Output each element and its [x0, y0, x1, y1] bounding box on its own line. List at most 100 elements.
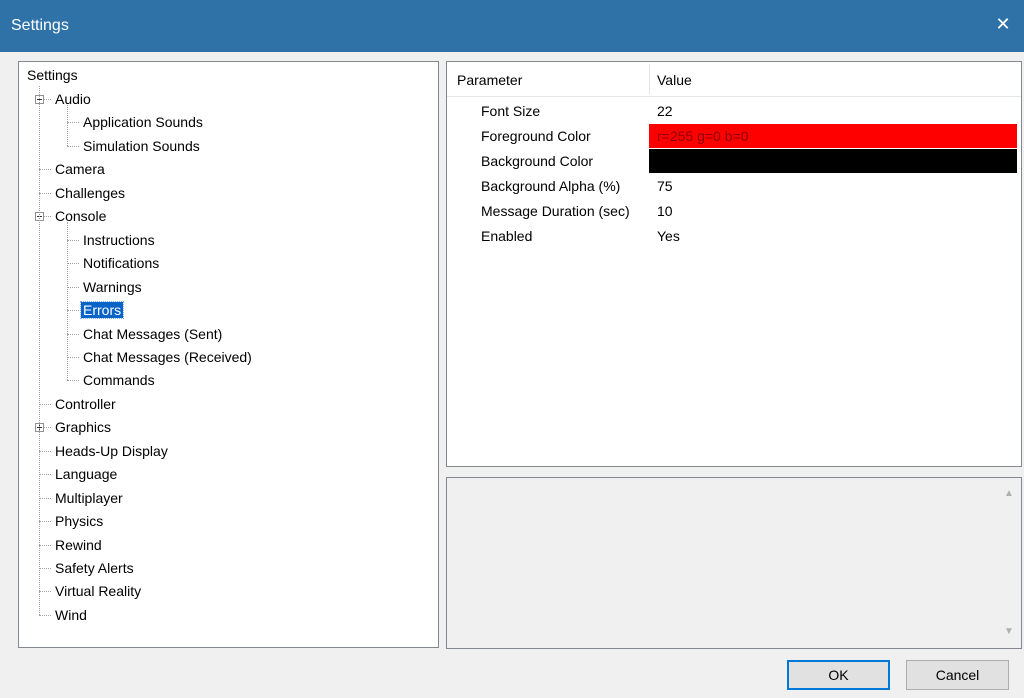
- tree-item-label: Application Sounds: [83, 114, 203, 131]
- tree-item-label: Audio: [55, 91, 91, 107]
- header-separator[interactable]: [649, 64, 650, 94]
- tree-item-label: Instructions: [83, 231, 155, 248]
- close-icon[interactable]: ✕: [992, 13, 1014, 35]
- tree-connector: [67, 356, 79, 358]
- tree-item-label: Physics: [55, 513, 104, 530]
- tree-item-errors[interactable]: Errors: [79, 299, 125, 321]
- param-name: Message Duration (sec): [481, 203, 630, 219]
- tree-item-console[interactable]: Console: [53, 205, 108, 227]
- param-value[interactable]: 10: [649, 199, 1017, 223]
- tree-connector: [39, 497, 51, 499]
- tree-item-rewind[interactable]: Rewind: [53, 534, 104, 556]
- grid-row[interactable]: Background Alpha (%) 75: [447, 174, 1021, 199]
- tree-item-challenges[interactable]: Challenges: [53, 182, 127, 204]
- tree-connector: [39, 614, 51, 616]
- tree-item-camera[interactable]: Camera: [53, 158, 107, 180]
- tree-item-instructions[interactable]: Instructions: [81, 229, 157, 251]
- tree-item-label: Graphics: [55, 419, 112, 436]
- param-value[interactable]: 75: [649, 174, 1017, 198]
- tree-item-label: Chat Messages (Sent): [83, 325, 223, 342]
- param-name: Enabled: [481, 228, 533, 244]
- tree-connector: [67, 122, 79, 124]
- header-parameter[interactable]: Parameter: [457, 72, 522, 88]
- tree-item-label: Wind: [55, 606, 87, 623]
- param-value[interactable]: [649, 149, 1017, 173]
- tree-connector: [67, 239, 79, 241]
- tree-item-label: Camera: [55, 161, 105, 178]
- param-name: Foreground Color: [481, 128, 591, 144]
- tree-item-label: Notifications: [83, 255, 160, 272]
- tree-root[interactable]: Settings: [25, 64, 80, 86]
- tree-item-label: Multiplayer: [55, 489, 123, 506]
- grid-row[interactable]: Font Size 22: [447, 99, 1021, 124]
- tree-item-physics[interactable]: Physics: [53, 510, 105, 532]
- tree-item-virtual-reality[interactable]: Virtual Reality: [53, 580, 143, 602]
- tree-item-label: Virtual Reality: [55, 583, 142, 600]
- tree-connector: [67, 380, 79, 382]
- parameter-grid[interactable]: Parameter Value Font Size 22 Foreground Co…: [446, 61, 1022, 467]
- tree-item-label: Warnings: [83, 278, 142, 295]
- tree-connector: [67, 105, 68, 146]
- tree-item-chat-messages-received[interactable]: Chat Messages (Received): [81, 346, 254, 368]
- param-name: Font Size: [481, 103, 541, 119]
- tree-item-controller[interactable]: Controller: [53, 393, 118, 415]
- tree-connector: [39, 169, 51, 171]
- grid-row[interactable]: Enabled Yes: [447, 224, 1021, 249]
- tree-item-label: Errors: [79, 301, 125, 320]
- tree-connector: [39, 521, 51, 523]
- tree-item-warnings[interactable]: Warnings: [81, 276, 144, 298]
- tree-item-application-sounds[interactable]: Application Sounds: [81, 111, 205, 133]
- tree-connector: [67, 333, 79, 335]
- grid-header: Parameter Value: [447, 62, 1021, 97]
- param-value[interactable]: 22: [649, 99, 1017, 123]
- tree-item-simulation-sounds[interactable]: Simulation Sounds: [81, 135, 202, 157]
- tree-item-label: Language: [55, 466, 118, 483]
- tree-item-chat-messages-sent[interactable]: Chat Messages (Sent): [81, 323, 224, 345]
- scroll-up-icon[interactable]: ▲: [1003, 488, 1015, 500]
- ok-button[interactable]: OK: [787, 660, 890, 690]
- tree-connector: [39, 86, 40, 615]
- grid-row[interactable]: Message Duration (sec) 10: [447, 199, 1021, 224]
- tree-item-notifications[interactable]: Notifications: [81, 252, 161, 274]
- tree-connector: [67, 145, 79, 147]
- tree-item-wind[interactable]: Wind: [53, 604, 89, 626]
- tree-item-heads-up-display[interactable]: Heads-Up Display: [53, 440, 170, 462]
- tree-connector: [39, 474, 51, 476]
- cancel-button[interactable]: Cancel: [906, 660, 1009, 690]
- tree-item-multiplayer[interactable]: Multiplayer: [53, 487, 125, 509]
- tree-item-label: Safety Alerts: [55, 560, 134, 576]
- tree-item-graphics[interactable]: Graphics: [53, 416, 113, 438]
- tree-connector: [67, 310, 79, 312]
- detail-panel: ▲ ▼: [446, 477, 1022, 649]
- scroll-down-icon[interactable]: ▼: [1003, 626, 1015, 638]
- tree-connector: [67, 263, 79, 265]
- tree-item-safety-alerts[interactable]: Safety Alerts: [53, 557, 136, 579]
- tree-item-label: Controller: [55, 395, 116, 412]
- param-value[interactable]: Yes: [649, 224, 1017, 248]
- tree-item-label: Challenges: [55, 184, 126, 201]
- tree-item-commands[interactable]: Commands: [81, 369, 157, 391]
- param-name: Background Alpha (%): [481, 178, 621, 194]
- tree-item-label: Simulation Sounds: [83, 137, 200, 154]
- grid-row[interactable]: Foreground Color r=255 g=0 b=0: [447, 124, 1021, 149]
- tree-root-label: Settings: [27, 67, 78, 83]
- tree-connector: [39, 544, 51, 546]
- tree-item-label: Heads-Up Display: [55, 442, 168, 459]
- tree-connector: [39, 591, 51, 593]
- tree-connector: [67, 286, 79, 288]
- param-value[interactable]: r=255 g=0 b=0: [649, 124, 1017, 148]
- param-name: Background Color: [481, 153, 594, 169]
- tree-connector: [39, 192, 51, 194]
- tree-connector: [67, 222, 68, 381]
- tree-item-language[interactable]: Language: [53, 463, 119, 485]
- tree-connector: [39, 403, 51, 405]
- tree-item-label: Console: [55, 208, 107, 225]
- tree-item-label: Commands: [83, 372, 155, 389]
- window-title: Settings: [11, 17, 69, 34]
- grid-row[interactable]: Background Color: [447, 149, 1021, 174]
- settings-tree[interactable]: Settings Audio Application Sounds Simulati…: [18, 61, 439, 648]
- tree-connector: [39, 450, 51, 452]
- header-value[interactable]: Value: [657, 72, 692, 88]
- title-bar: Settings ✕: [0, 0, 1024, 52]
- tree-item-audio[interactable]: Audio: [53, 88, 93, 110]
